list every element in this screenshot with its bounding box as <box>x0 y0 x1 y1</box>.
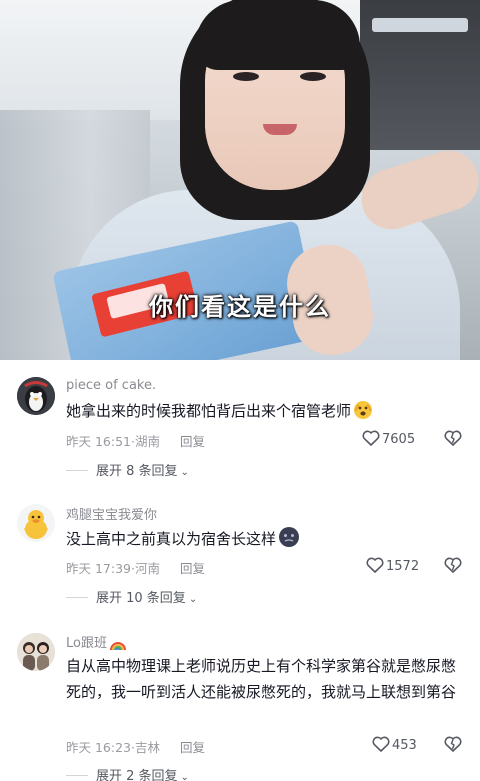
comment-text: 没上高中之前真以为宿舍长这样 <box>66 526 466 556</box>
comment-item: 鸡腿宝宝我爱你 没上高中之前真以为宿舍长这样 昨天 17:39·河南 回复 157… <box>0 490 480 612</box>
broken-heart-icon <box>444 557 462 573</box>
comment-username[interactable]: piece of cake. <box>66 378 156 393</box>
penguin-avatar-icon <box>17 377 55 415</box>
chevron-down-icon: ⌄ <box>188 594 198 605</box>
comment-time: 昨天 16:51 <box>66 434 131 449</box>
divider-line <box>66 597 88 598</box>
comment-text-content: 没上高中之前真以为宿舍长这样 <box>66 530 277 548</box>
heart-outline-icon <box>362 430 380 450</box>
video-subtitle: 你们看这是什么 <box>149 293 331 321</box>
like-count: 453 <box>392 738 417 753</box>
comment-item: piece of cake. 她拿出来的时候我都怕背后出来个宿管老师 昨天 16… <box>0 360 480 482</box>
expand-replies-label: 展开 8 条回复 <box>96 464 178 479</box>
dislike-button[interactable] <box>444 430 462 448</box>
reply-button[interactable]: 回复 <box>180 561 205 576</box>
dislike-button[interactable] <box>444 557 462 575</box>
dislike-button[interactable] <box>444 736 462 754</box>
comment-location: 河南 <box>134 561 160 576</box>
chevron-down-icon: ⌄ <box>180 772 189 781</box>
heart-outline-icon <box>366 557 384 577</box>
expand-replies-button[interactable]: 展开 10 条回复 ⌄ <box>66 587 197 606</box>
heart-outline-icon <box>372 736 390 756</box>
like-button[interactable]: 1572 <box>366 557 419 577</box>
broken-heart-icon <box>444 736 462 752</box>
person-eye <box>233 72 259 81</box>
comment-text: 她拿出来的时候我都怕背后出来个宿管老师 <box>66 398 466 428</box>
reply-button[interactable]: 回复 <box>180 434 205 449</box>
person-fringe <box>195 0 360 70</box>
comment-meta: 昨天 16:51·湖南 回复 <box>66 434 206 449</box>
fearful-face-emoji-icon <box>353 400 373 428</box>
comment-meta: 昨天 17:39·河南 回复 <box>66 561 206 576</box>
background-light <box>372 18 468 32</box>
friends-avatar-icon <box>17 633 55 671</box>
duck-avatar-icon <box>17 504 55 542</box>
dark-ball-emoji-icon <box>278 526 300 556</box>
like-count: 7605 <box>382 432 416 447</box>
comment-text-content: 她拿出来的时候我都怕背后出来个宿管老师 <box>66 402 352 420</box>
broken-heart-icon <box>444 430 462 446</box>
avatar[interactable] <box>17 504 55 542</box>
expand-replies-label: 展开 2 条回复 <box>96 769 178 781</box>
like-count: 1572 <box>386 559 420 574</box>
comment-item: Lo跟班 自从高中物理课上老师说历史上有个科学家第谷就是憋尿憋死的，我一听到活人… <box>0 620 480 781</box>
comment-username-text: Lo跟班 <box>66 636 107 651</box>
comment-meta: 昨天 16:23·吉林 回复 <box>66 740 206 755</box>
expand-replies-label: 展开 10 条回复 <box>96 591 186 606</box>
expand-replies-button[interactable]: 展开 8 条回复 ⌄ <box>66 460 189 479</box>
comment-time: 昨天 17:39 <box>66 561 131 576</box>
comment-location: 吉林 <box>134 740 160 755</box>
avatar[interactable] <box>17 633 55 671</box>
comment-text: 自从高中物理课上老师说历史上有个科学家第谷就是憋尿憋死的，我一听到活人还能被尿憋… <box>66 657 457 701</box>
reply-button[interactable]: 回复 <box>180 740 205 755</box>
like-button[interactable]: 453 <box>372 736 417 756</box>
divider-line <box>66 470 88 471</box>
chevron-down-icon: ⌄ <box>180 467 189 478</box>
divider-line <box>66 775 88 776</box>
avatar[interactable] <box>17 377 55 415</box>
expand-replies-button[interactable]: 展开 2 条回复 ⌄ <box>66 765 189 781</box>
comment-location: 湖南 <box>134 434 160 449</box>
video-frame[interactable]: 你们看这是什么 <box>0 0 480 360</box>
comment-time: 昨天 16:23 <box>66 740 131 755</box>
person-eye <box>300 72 326 81</box>
like-button[interactable]: 7605 <box>362 430 415 450</box>
comment-username[interactable]: 鸡腿宝宝我爱你 <box>66 504 157 523</box>
comment-username[interactable]: Lo跟班 <box>66 632 127 655</box>
